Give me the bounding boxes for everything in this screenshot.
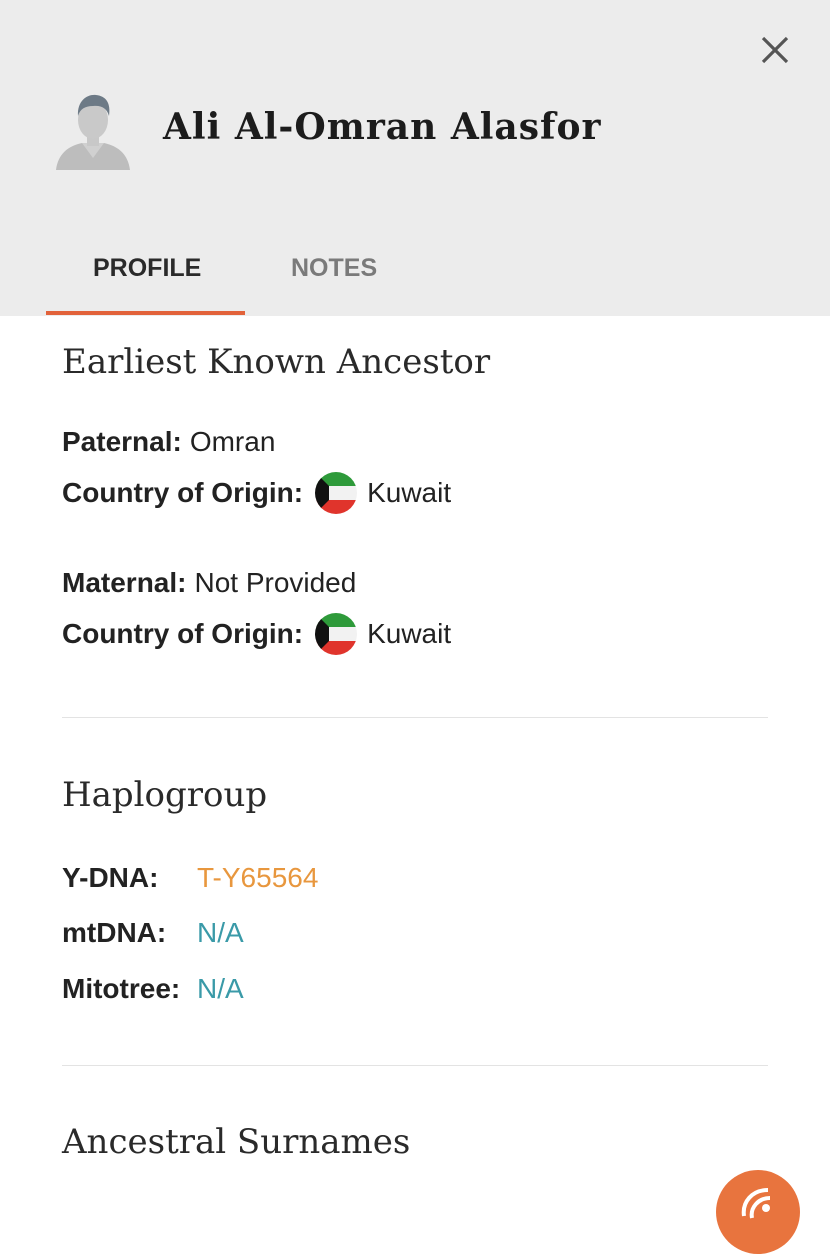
maternal-country-label: Country of Origin:: [62, 618, 304, 649]
mtdna-value: N/A: [197, 917, 244, 948]
kuwait-flag-icon: [315, 613, 358, 655]
tab-profile[interactable]: PROFILE: [93, 254, 201, 283]
paternal-country: Kuwait: [367, 477, 452, 508]
mitotree-value: N/A: [197, 973, 244, 1004]
maternal-country-row: Country of Origin: Kuwait: [62, 613, 451, 655]
avatar-icon: [54, 90, 132, 174]
paternal-country-row: Country of Origin: Kuwait: [62, 472, 451, 514]
divider: [62, 1065, 768, 1066]
paternal-row: Paternal: Omran: [62, 426, 275, 458]
chat-fab-button[interactable]: [716, 1170, 800, 1254]
surnames-section-title: Ancestral Surnames: [62, 1122, 411, 1162]
paternal-value: Omran: [189, 426, 276, 457]
paternal-label: Paternal:: [62, 426, 182, 457]
maternal-row: Maternal: Not Provided: [62, 567, 356, 599]
maternal-label: Maternal:: [62, 567, 187, 598]
chat-icon: [741, 1188, 771, 1219]
maternal-value: Not Provided: [194, 567, 357, 598]
haplogroup-section-title: Haplogroup: [62, 775, 268, 815]
active-tab-indicator: [46, 311, 245, 315]
ydna-label: Y-DNA:: [62, 862, 159, 893]
paternal-country-label: Country of Origin:: [62, 477, 304, 508]
tab-notes[interactable]: NOTES: [291, 254, 377, 283]
profile-name: Ali Al-Omran Alasfor: [163, 106, 602, 148]
mtdna-label: mtDNA:: [62, 917, 167, 948]
profile-header: Ali Al-Omran Alasfor PROFILE NOTES: [0, 0, 830, 316]
close-icon[interactable]: [757, 32, 793, 68]
divider: [62, 717, 768, 718]
ydna-value-link[interactable]: T-Y65564: [197, 862, 318, 894]
kuwait-flag-icon: [315, 472, 358, 514]
maternal-country: Kuwait: [367, 618, 452, 649]
mitotree-label: Mitotree:: [62, 973, 181, 1004]
ancestor-section-title: Earliest Known Ancestor: [62, 342, 491, 382]
